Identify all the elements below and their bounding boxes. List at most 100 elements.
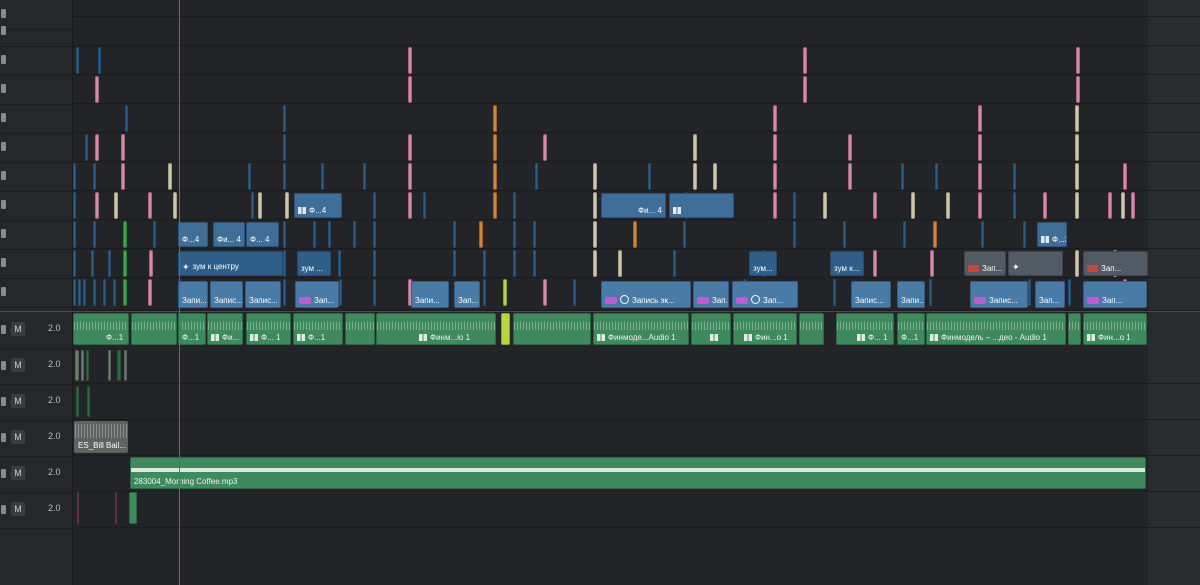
audio-clip[interactable]: Ф... 1 — [246, 313, 291, 345]
video-clip[interactable] — [618, 250, 622, 277]
audio-clip[interactable]: Финмоде...Audio 1 — [593, 313, 689, 345]
video-clip[interactable] — [95, 76, 99, 103]
audio-clip[interactable]: Ф...1 — [293, 313, 343, 345]
video-clip[interactable] — [453, 221, 456, 248]
video-clip[interactable] — [73, 250, 76, 277]
video-clip[interactable] — [148, 279, 152, 306]
video-clip[interactable] — [283, 221, 286, 248]
video-clip[interactable] — [843, 221, 846, 248]
video-clip[interactable] — [73, 192, 76, 219]
video-clip[interactable]: зум ... — [297, 251, 331, 276]
video-clip[interactable] — [1023, 221, 1026, 248]
video-clip[interactable] — [901, 163, 904, 190]
video-clip[interactable] — [123, 221, 127, 248]
video-clip[interactable] — [113, 279, 116, 306]
lock-icon[interactable] — [1, 26, 6, 35]
video-clip[interactable] — [103, 279, 106, 306]
video-clip[interactable]: Зап... — [964, 251, 1006, 276]
audio-clip[interactable]: Финмодель – ...део - Audio 1 — [926, 313, 1066, 345]
audio-clip[interactable] — [77, 492, 79, 524]
video-clip[interactable] — [453, 250, 456, 277]
video-clip[interactable] — [1043, 192, 1047, 219]
video-clip[interactable] — [1075, 163, 1079, 190]
video-clip[interactable] — [123, 250, 127, 277]
video-clip[interactable] — [493, 134, 497, 161]
mute-button[interactable]: M — [11, 430, 25, 444]
video-clip[interactable] — [78, 279, 81, 306]
mute-button[interactable]: M — [11, 394, 25, 408]
video-clip[interactable] — [373, 250, 376, 277]
audio-clip[interactable]: Ф... 1 — [836, 313, 894, 345]
video-clip[interactable] — [513, 192, 516, 219]
lock-icon[interactable] — [1, 229, 6, 238]
mute-button[interactable]: M — [11, 502, 25, 516]
video-clip[interactable] — [73, 163, 76, 190]
video-clip[interactable] — [533, 221, 536, 248]
video-clip[interactable] — [93, 163, 96, 190]
video-clip[interactable] — [713, 163, 717, 190]
video-clip[interactable] — [543, 279, 547, 306]
lock-icon[interactable] — [1, 200, 6, 209]
video-clip[interactable] — [533, 250, 536, 277]
audio-clip[interactable]: Ф...1 — [897, 313, 925, 345]
video-clip[interactable] — [93, 221, 96, 248]
video-clip[interactable] — [903, 221, 906, 248]
video-clip[interactable] — [76, 47, 79, 74]
video-clip[interactable] — [1028, 279, 1031, 306]
audio-clip[interactable] — [87, 386, 90, 417]
video-clip[interactable] — [168, 163, 172, 190]
video-clip[interactable] — [803, 47, 807, 74]
lock-icon[interactable] — [1, 142, 6, 151]
video-clip[interactable] — [123, 279, 127, 306]
video-clip[interactable] — [493, 105, 497, 132]
video-clip[interactable] — [1108, 192, 1112, 219]
video-clip[interactable] — [513, 221, 516, 248]
audio-clip[interactable] — [345, 313, 375, 345]
video-clip[interactable] — [1076, 47, 1080, 74]
video-clip[interactable] — [593, 250, 597, 277]
video-clip[interactable] — [373, 221, 376, 248]
video-clip[interactable] — [803, 76, 807, 103]
video-clip[interactable] — [114, 192, 118, 219]
audio-clip[interactable]: Финм...io 1 — [376, 313, 496, 345]
video-clip[interactable] — [251, 192, 254, 219]
audio-clip[interactable] — [799, 313, 824, 345]
video-clip[interactable] — [1123, 163, 1127, 190]
video-clip[interactable] — [493, 163, 497, 190]
video-clip[interactable] — [535, 163, 538, 190]
video-clip[interactable] — [673, 250, 676, 277]
video-clip[interactable] — [363, 163, 366, 190]
video-clip[interactable] — [121, 163, 125, 190]
audio-clip[interactable] — [124, 350, 127, 381]
audio-clip[interactable] — [129, 492, 137, 524]
video-clip[interactable] — [773, 105, 777, 132]
video-clip[interactable]: Зап... — [693, 281, 729, 308]
video-clip[interactable] — [95, 192, 99, 219]
video-clip[interactable] — [328, 221, 331, 248]
video-clip[interactable] — [573, 279, 576, 306]
video-clip[interactable] — [283, 279, 286, 306]
mute-button[interactable]: M — [11, 466, 25, 480]
video-clip[interactable]: Зап... — [295, 281, 339, 308]
video-clip[interactable] — [83, 279, 86, 306]
audio-clip[interactable] — [115, 492, 117, 524]
audio-clip[interactable] — [108, 350, 111, 381]
lock-icon[interactable] — [1, 433, 6, 442]
video-clip[interactable] — [873, 250, 877, 277]
video-clip[interactable] — [823, 192, 827, 219]
lock-icon[interactable] — [1, 505, 6, 514]
video-clip[interactable] — [408, 163, 412, 190]
video-clip[interactable] — [283, 134, 286, 161]
video-clip[interactable] — [1013, 192, 1016, 219]
video-clip[interactable] — [93, 279, 96, 306]
video-clip[interactable]: зум... — [749, 251, 777, 276]
video-clip[interactable]: Запис... — [210, 281, 243, 308]
video-clip[interactable] — [493, 192, 497, 219]
video-clip[interactable] — [633, 221, 637, 248]
video-clip[interactable] — [248, 163, 251, 190]
video-clip[interactable] — [1068, 279, 1071, 306]
video-clip[interactable] — [408, 76, 412, 103]
video-clip[interactable] — [930, 250, 934, 277]
audio-clip[interactable]: Фи... 1 — [207, 313, 243, 345]
video-clip[interactable] — [108, 250, 111, 277]
